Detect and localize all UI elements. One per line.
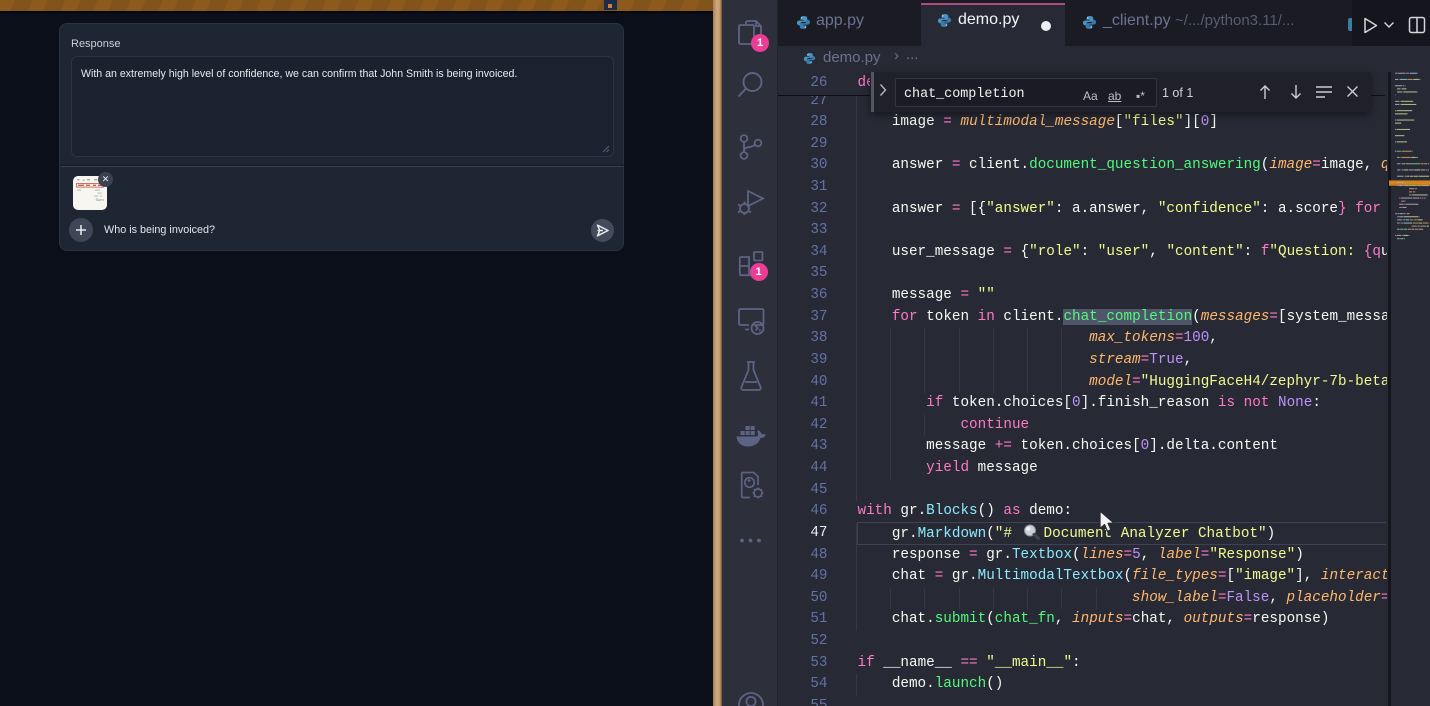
svg-text:Sum: Sum: [96, 197, 105, 202]
